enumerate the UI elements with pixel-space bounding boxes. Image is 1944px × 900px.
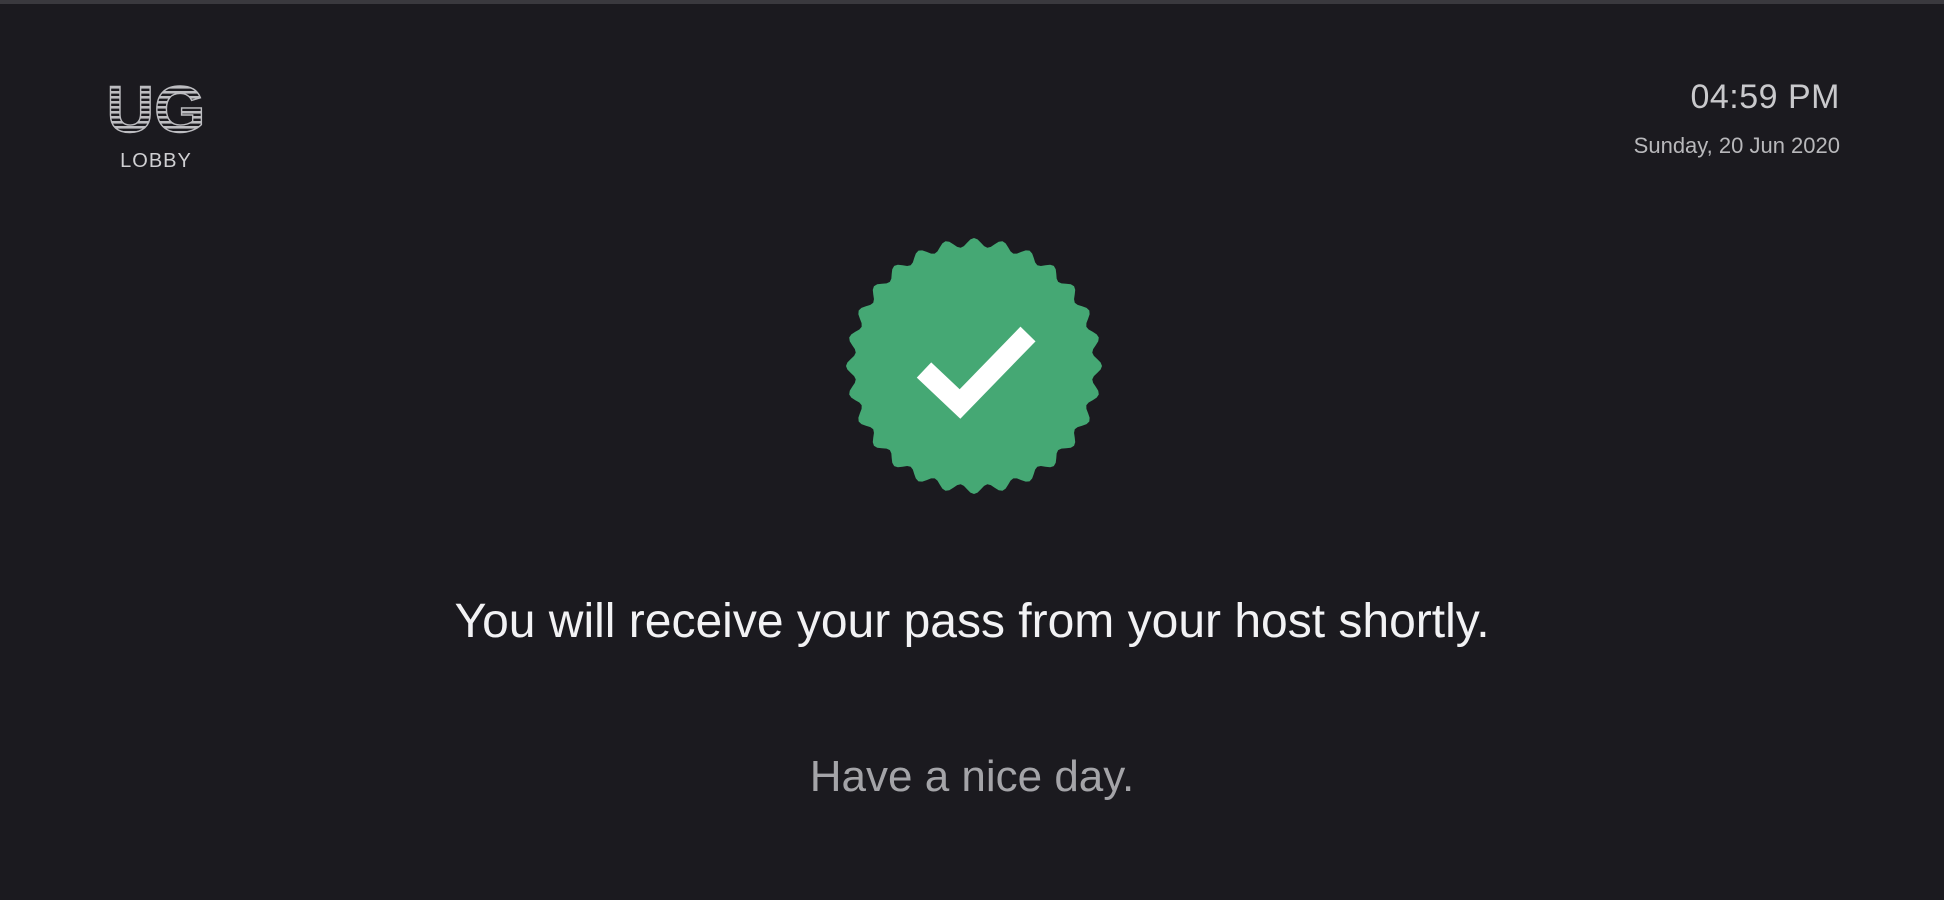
farewell-message: Have a nice day. xyxy=(809,752,1135,801)
clock: 04:59 PM Sunday, 20 Jun 2020 xyxy=(1634,78,1840,159)
brand: UG LOBBY xyxy=(104,76,208,173)
badge-seal xyxy=(846,238,1102,494)
kiosk-screen: UG LOBBY 04:59 PM Sunday, 20 Jun 2020 Yo… xyxy=(0,0,1944,900)
confirmation-message: You will receive your pass from your hos… xyxy=(454,595,1490,648)
brand-label: LOBBY xyxy=(120,150,192,172)
clock-date: Sunday, 20 Jun 2020 xyxy=(1633,133,1840,158)
ug-logo-icon: UG xyxy=(106,76,206,138)
clock-time: 04:59 PM xyxy=(1690,78,1840,116)
svg-text:UG: UG xyxy=(107,76,206,138)
check-badge-icon xyxy=(846,238,1102,494)
